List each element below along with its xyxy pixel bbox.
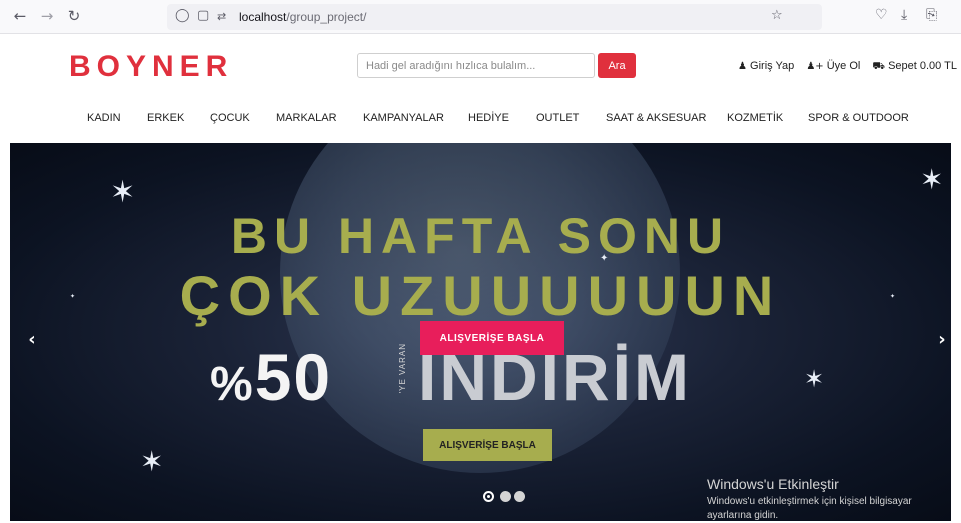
discount-suffix: 'YE VARAN <box>398 343 407 394</box>
url-text[interactable]: localhost/group_project/ <box>239 10 366 24</box>
search-button[interactable]: Ara <box>598 53 636 78</box>
category-item[interactable]: ERKEK <box>147 112 184 124</box>
category-item[interactable]: HEDİYE <box>468 112 509 124</box>
forward-arrow-icon[interactable]: → <box>37 6 57 26</box>
slide-dot-1[interactable] <box>483 491 494 502</box>
search-input[interactable] <box>357 53 595 78</box>
site-logo[interactable]: BOYNER <box>69 50 233 84</box>
signup-label: Üye Ol <box>826 60 861 72</box>
hero-headline-1: BU HAFTA SONU <box>230 208 731 264</box>
category-item[interactable]: SAAT & AKSESUAR <box>606 112 706 124</box>
shield-icon[interactable]: ◯ <box>175 8 190 23</box>
category-item[interactable]: KADIN <box>87 112 121 124</box>
cart-link[interactable]: ⛟ Sepet 0.00 TL <box>872 60 957 72</box>
url-path: /group_project/ <box>286 10 367 24</box>
signup-link[interactable]: ♟+ Üye Ol <box>806 60 860 72</box>
download-icon[interactable]: ⤓ <box>901 7 907 23</box>
pocket-icon[interactable]: ♡ <box>875 7 888 23</box>
login-link[interactable]: ♟ Giriş Yap <box>738 60 794 72</box>
next-slide-icon[interactable]: › <box>932 329 951 350</box>
shop-now-button-primary[interactable]: ALIŞVERİŞE BAŞLA <box>420 321 564 355</box>
sparkle-icon: ✶ <box>804 365 825 393</box>
category-nav: KADIN ERKEK ÇOCUK MARKALAR KAMPANYALAR H… <box>0 112 961 132</box>
slide-dot-2[interactable] <box>500 491 511 502</box>
category-item[interactable]: KAMPANYALAR <box>363 112 444 124</box>
sparkle-icon: ✶ <box>920 163 944 196</box>
watermark-subtitle: Windows'u etkinleştirmek için kişisel bi… <box>707 496 912 521</box>
sparkle-icon: ✶ <box>110 175 136 210</box>
extensions-icon[interactable]: ⎘ <box>926 7 937 23</box>
watermark-title: Windows'u Etkinleştir <box>707 476 839 492</box>
category-item[interactable]: ÇOCUK <box>210 112 250 124</box>
shop-now-button-secondary[interactable]: ALIŞVERİŞE BAŞLA <box>423 429 552 461</box>
hero-slider[interactable]: ✶ ✶ ✶ ✶ ✦ ✦ ✦ BU HAFTA SONU ÇOK UZUUUUUU… <box>10 143 951 521</box>
prev-slide-icon[interactable]: ‹ <box>22 329 42 350</box>
user-icon: ♟ <box>738 61 747 72</box>
category-item[interactable]: SPOR & OUTDOOR <box>808 112 909 124</box>
account-links: ♟ Giriş Yap ♟+ Üye Ol ⛟ Sepet 0.00 TL <box>738 60 961 74</box>
user-plus-icon: ♟+ <box>806 61 824 72</box>
bookmark-star-icon[interactable]: ☆ <box>771 8 783 23</box>
login-label: Giriş Yap <box>750 60 795 72</box>
category-item[interactable]: KOZMETİK <box>727 112 783 124</box>
windows-activation-watermark: Windows'u Etkinleştir Windows'u etkinleş… <box>707 476 947 523</box>
category-item[interactable]: MARKALAR <box>276 112 337 124</box>
shopping-bag-icon: ⛟ <box>872 61 886 72</box>
permissions-icon[interactable]: ⇄ <box>217 10 226 23</box>
address-bar[interactable]: ◯ ▢ ⇄ localhost/group_project/ ☆ <box>167 4 822 30</box>
browser-toolbar: ← → ↻ ◯ ▢ ⇄ localhost/group_project/ ☆ ♡… <box>0 0 961 34</box>
url-host: localhost <box>239 10 287 24</box>
page-icon: ▢ <box>197 8 210 23</box>
reload-icon[interactable]: ↻ <box>64 6 84 26</box>
percent-sign: % <box>210 358 255 411</box>
discount-value: 50 <box>254 340 333 414</box>
back-arrow-icon[interactable]: ← <box>10 6 30 26</box>
discount-amount: %50 <box>210 339 332 415</box>
sparkle-icon: ✶ <box>140 445 164 478</box>
hero-headline-2: ÇOK UZUUUUUUN <box>179 264 782 327</box>
category-item[interactable]: OUTLET <box>536 112 579 124</box>
cart-label: Sepet 0.00 TL <box>888 60 957 72</box>
slide-dot-3[interactable] <box>514 491 525 502</box>
